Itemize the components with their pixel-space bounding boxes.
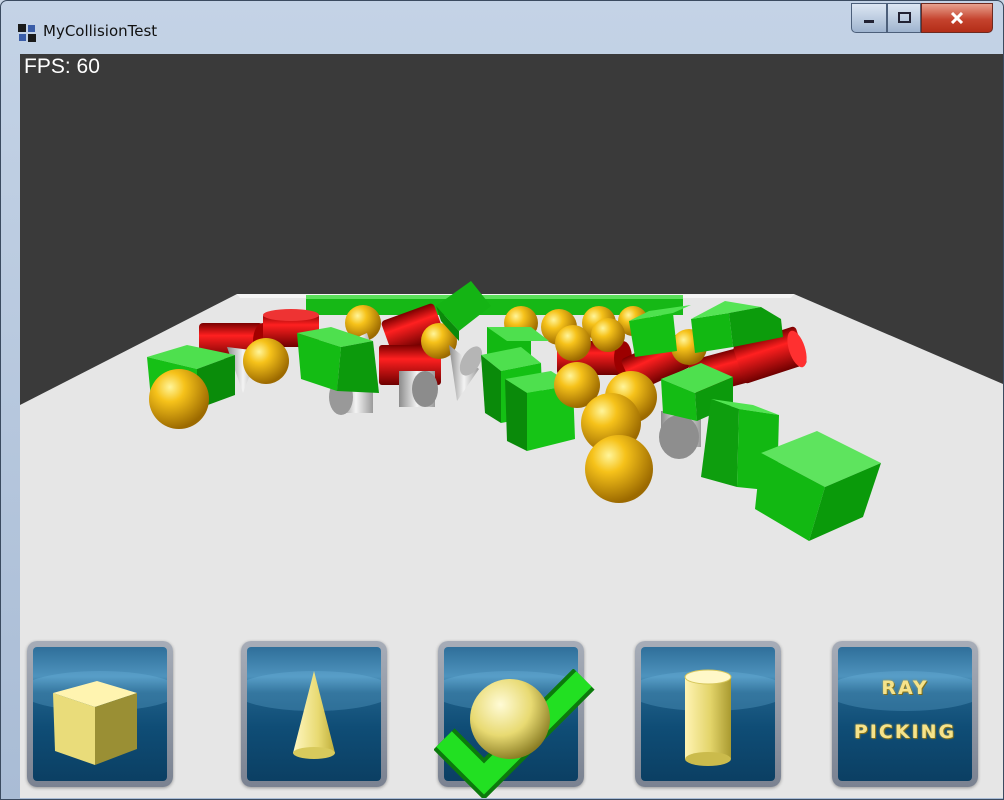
spawn-sphere-button[interactable] [438, 641, 584, 787]
ray-picking-label-line1: RAY [881, 677, 929, 699]
sphere-object [585, 435, 653, 503]
cylinder-object [399, 371, 438, 407]
window-title: MyCollisionTest [43, 22, 158, 40]
minimize-icon [864, 20, 874, 23]
sphere-object [591, 318, 625, 352]
maximize-button[interactable] [887, 3, 921, 33]
ray-picking-button[interactable]: RAY PICKING [832, 641, 978, 787]
fps-counter: FPS: 60 [24, 55, 100, 78]
cone-icon [293, 671, 335, 759]
sphere-icon [470, 679, 550, 759]
close-button[interactable] [921, 3, 993, 33]
spawn-cube-button[interactable] [27, 641, 173, 787]
ray-picking-label-line2: PICKING [853, 721, 957, 743]
maximize-icon [897, 12, 911, 23]
app-window: MyCollisionTest FPS: 60 RAY PICKING [0, 0, 1004, 800]
sphere-object [555, 325, 591, 361]
minimize-button[interactable] [851, 3, 887, 33]
close-icon [950, 12, 964, 24]
3d-viewport[interactable]: FPS: 60 RAY PICKING [20, 54, 1003, 798]
sphere-object [243, 338, 289, 384]
cube-icon [53, 681, 137, 765]
spawn-cone-button[interactable] [241, 641, 387, 787]
cylinder-icon [684, 669, 732, 766]
app-icon [18, 24, 36, 42]
spawn-cylinder-button[interactable] [635, 641, 781, 787]
sphere-object [149, 369, 209, 429]
title-bar[interactable]: MyCollisionTest [1, 1, 1003, 53]
